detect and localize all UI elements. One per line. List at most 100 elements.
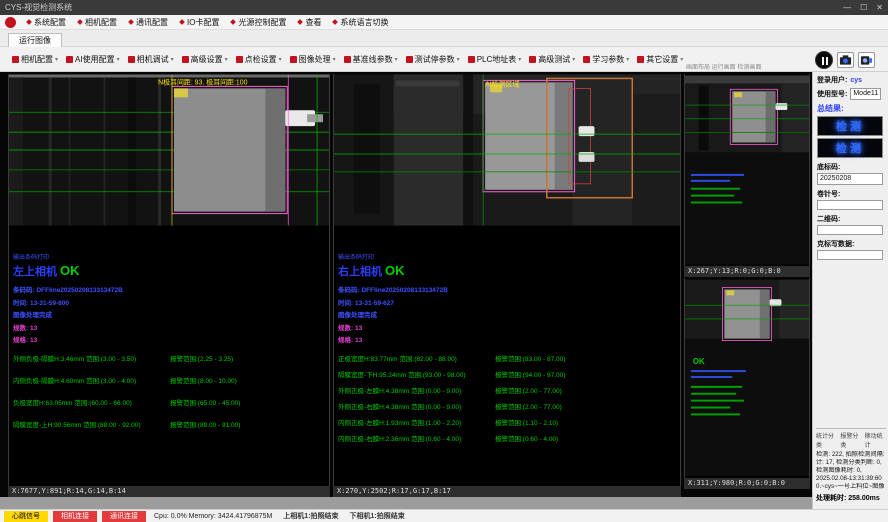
measurement-alarm-range: 报警范围:(2.00 - 77.00) — [495, 401, 562, 411]
measurement-alarm-range: 报警范围:(94.00 - 97.00) — [495, 369, 565, 379]
camera-thumb-2[interactable]: OK — [684, 278, 810, 478]
chevron-down-icon: ▾ — [117, 56, 120, 63]
toolbar-item-label: 学习参数 — [592, 54, 624, 65]
result-display-1: 检测 — [817, 116, 883, 136]
chevron-down-icon: ▾ — [225, 56, 228, 63]
measurement-row: 隔膜宽度-下H:95.24mm 范围:(93.00 - 98.00)报警范围:(… — [338, 369, 678, 379]
camera-view-left[interactable]: N极耳间距: 93. 极耳间距:100 输出条码打印 左上相机OK 条码码: D… — [8, 74, 330, 486]
left-measurements: 外侧负极-隔膜H:3.46mm 范围:(3.00 - 3.50)报警范围:(2.… — [13, 353, 327, 429]
toolbar-item[interactable]: 基准线参数▾ — [340, 47, 402, 72]
stats-line: 检测: 222, 拍照检测间隔: — [816, 451, 886, 459]
bottom-barcode-field[interactable]: 20250208 — [817, 173, 883, 185]
thumb2-image: OK — [685, 278, 809, 478]
stats-tab[interactable]: 稼动统计 — [865, 431, 886, 449]
measurement-row: 外侧正极-右膜H:4.38mm 范围:(0.00 - 9.00)报警范围:(2.… — [338, 401, 678, 411]
menu-bar: 系统配置 相机配置 通讯配置 IO卡配置 光源控制配置查看 系统语言切换 — [0, 15, 888, 30]
menu-item[interactable]: 查看 — [292, 15, 327, 30]
tool-icon — [12, 56, 19, 63]
toolbar-item[interactable]: 测试停参数▾ — [402, 47, 464, 72]
model-value-field[interactable]: Mode11 — [850, 88, 881, 100]
right-result-block: 输出条码打印 右上相机OK 条码码: DFFline20250208133134… — [338, 252, 678, 449]
toolbar-item[interactable]: PLC地址表▾ — [464, 47, 526, 72]
thumb1-image — [685, 74, 809, 266]
menu-bullet-icon — [179, 19, 185, 25]
comm-connection-indicator: 通讯连接 — [102, 511, 146, 522]
left-camera-image: N极耳间距: 93. 极耳间距:100 — [9, 74, 329, 226]
thumb1-pixel-status: X:267;Y:13;R:0;G:0;B:0 — [684, 266, 810, 277]
toolbar-item[interactable]: 学习参数▾ — [579, 47, 633, 72]
tool-icon — [583, 56, 590, 63]
menu-bullet-icon — [231, 19, 237, 25]
menu-item[interactable]: 相机配置 — [72, 15, 123, 30]
toolbar-item[interactable]: 高级设置▾ — [178, 47, 232, 72]
model-label: 使用型号: — [817, 89, 847, 99]
right-process-done-line: 图像处理完成 — [338, 309, 678, 319]
toolbar-item[interactable]: 其它设置▾ — [633, 47, 687, 72]
chevron-down-icon: ▾ — [680, 56, 683, 63]
measurement-value: 外侧正极-右膜H:4.38mm 范围:(0.00 - 9.00) — [338, 401, 495, 411]
measurement-alarm-range: 报警范围:(8.00 - 10.00) — [170, 375, 237, 385]
toolbar-item[interactable]: 高级测试▾ — [525, 47, 579, 72]
measurement-row: 外侧正极-左膜H:4.38mm 范围:(0.00 - 9.00)报警范围:(2.… — [338, 385, 678, 395]
stats-tab[interactable]: 报警分类 — [840, 431, 861, 449]
menu-bullet-icon — [298, 19, 304, 25]
measurement-alarm-range: 报警范围:(89.00 - 91.00) — [170, 419, 240, 429]
pause-button[interactable] — [815, 51, 833, 69]
menu-item[interactable]: 系统语言切换 — [327, 15, 394, 30]
toolbar-item-label: 高级测试 — [538, 54, 570, 65]
menu-item-label: 系统语言切换 — [340, 17, 388, 28]
winder-number-field[interactable] — [817, 200, 883, 210]
camera-connection-indicator: 相机连接 — [53, 511, 97, 522]
measurement-alarm-range: 报警范围:(0.60 - 4.00) — [495, 433, 558, 443]
minimize-button[interactable]: — — [843, 0, 851, 15]
menu-item-label: 相机配置 — [85, 17, 117, 28]
tab-run-image-label: 运行图像 — [19, 35, 51, 46]
measurement-row: 正极宽度H:83.77mm 范围:(82.00 - 88.00)报警范围:(83… — [338, 353, 678, 363]
camera-view-right[interactable]: AI检测区域 输出条码打印 右上相机OK 条码码: DFFline2025020… — [333, 74, 681, 486]
qr-code-field[interactable] — [817, 225, 883, 235]
measurement-value: 外侧正极-左膜H:4.38mm 范围:(0.00 - 9.00) — [338, 385, 495, 395]
left-result-header: 输出条码打印 — [13, 252, 327, 261]
right-camera-image: AI检测区域 — [334, 74, 680, 226]
right-sidebar: 登录用户: cys 使用型号: Mode11 总结果: 检测 检测 底标码: 2… — [812, 72, 888, 522]
close-button[interactable]: ✕ — [876, 0, 883, 15]
toolbar-item[interactable]: 相机配置▾ — [8, 47, 62, 72]
toolbar-item-label: 相机调试 — [137, 54, 169, 65]
left-time-line: 时间: 13-31-59-600 — [13, 297, 327, 307]
tool-icon — [236, 56, 243, 63]
tool-icon — [637, 56, 644, 63]
toolbar-item[interactable]: 图像处理▾ — [286, 47, 340, 72]
toolbar-item-label: 测试停参数 — [415, 54, 455, 65]
app-window: CYS-视觉检测系统 — ☐ ✕ 系统配置相机配置通讯配置IO卡配置光源控制配置… — [0, 0, 888, 522]
left-pixel-status: X:7677,Y:891;R:14,G:14,B:14 — [8, 486, 330, 497]
maximize-button[interactable]: ☐ — [860, 0, 867, 15]
bottom-spacer — [0, 497, 812, 509]
bottom-barcode-label: 底标码: — [817, 162, 885, 172]
left-process-done-line: 图像处理完成 — [13, 309, 327, 319]
toolbar-item-label: 高级设置 — [191, 54, 223, 65]
stats-tab[interactable]: 统计分类 — [816, 431, 837, 449]
camera-device-button-2[interactable] — [858, 52, 875, 68]
camera-device-button-1[interactable] — [837, 52, 854, 68]
ai-region-label: AI检测区域 — [485, 79, 519, 88]
left-overlay-label: N极耳间距: 93. 极耳间距:100 — [158, 77, 248, 86]
menu-item-label: 通讯配置 — [136, 17, 168, 28]
chevron-down-icon: ▾ — [171, 56, 174, 63]
menu-item[interactable]: 光源控制配置 — [225, 15, 292, 30]
menu-bullet-icon — [333, 19, 339, 25]
camera-thumb-1[interactable] — [684, 74, 810, 266]
menu-item[interactable]: IO卡配置 — [174, 15, 225, 30]
write-data-field[interactable] — [817, 250, 883, 260]
measurement-alarm-range: 报警范围:(65.00 - 45.00) — [170, 397, 240, 407]
toolbar: 相机配置▾AI使用配置▾相机调试▾高级设置▾点检设置▾图像处理▾基准线参数▾测试… — [0, 47, 888, 72]
toolbar-item[interactable]: 点检设置▾ — [232, 47, 286, 72]
menu-item[interactable]: 系统配置 — [21, 15, 72, 30]
measurement-value: 内侧正极-左膜H:1.93mm 范围:(1.00 - 2.20) — [338, 417, 495, 427]
stats-footer: 处理耗时: 258.00ms — [816, 493, 886, 503]
measurement-row: 外侧负极-隔膜H:3.46mm 范围:(3.00 - 3.50)报警范围:(2.… — [13, 353, 327, 363]
menu-item-label: 光源控制配置 — [238, 17, 286, 28]
toolbar-item[interactable]: 相机调试▾ — [124, 47, 178, 72]
menu-item[interactable]: 通讯配置 — [123, 15, 174, 30]
toolbar-item[interactable]: AI使用配置▾ — [62, 47, 124, 72]
tab-run-image[interactable]: 运行图像 — [8, 33, 62, 48]
